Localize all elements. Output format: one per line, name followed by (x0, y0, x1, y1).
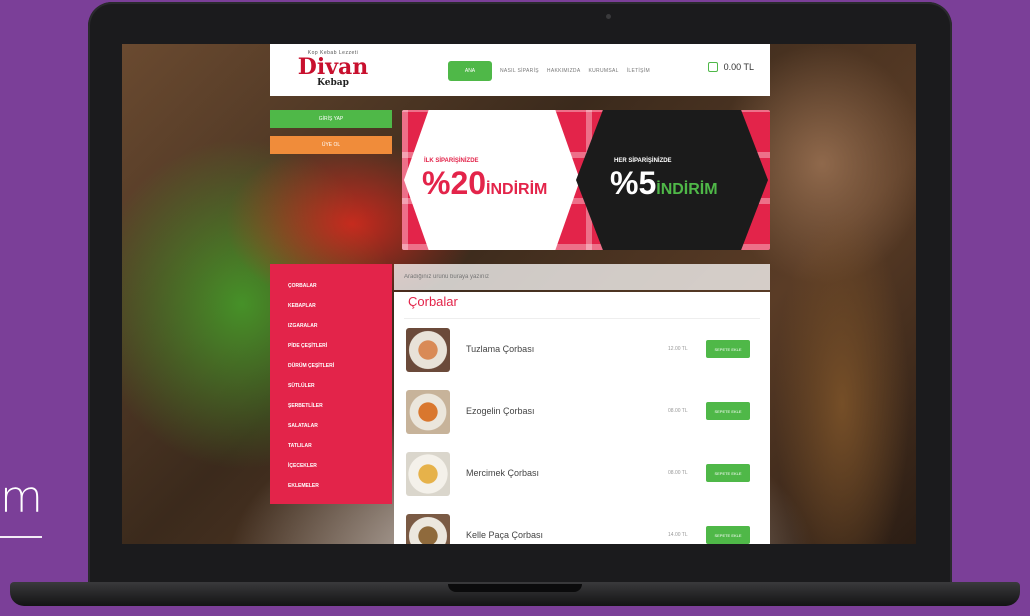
category-title: Çorbalar (408, 294, 458, 309)
title-divider (404, 318, 760, 319)
list-item: Tuzlama Çorbası 12.00 TL SEPETE EKLE (404, 328, 760, 380)
sidebar-item-salads[interactable]: SALATALAR (270, 416, 392, 436)
add-to-cart-button[interactable]: SEPETE EKLE (706, 464, 750, 482)
search-input[interactable] (394, 264, 770, 290)
login-button[interactable]: GİRİŞ YAP (270, 110, 392, 128)
product-price: 12.00 TL (668, 346, 688, 352)
every-order-percent: %5 (610, 165, 657, 201)
sidebar-item-syrup-desserts[interactable]: ŞERBETLİLER (270, 396, 392, 416)
sidebar-item-desserts[interactable]: TATLILAR (270, 436, 392, 456)
sidebar-item-soups[interactable]: ÇORBALAR (270, 276, 392, 296)
main-nav: ANA NASIL SİPARİŞ HAKKIMIZDA KURUMSAL İL… (448, 60, 650, 82)
nav-item-how-to-order[interactable]: NASIL SİPARİŞ (500, 68, 539, 74)
product-price: 08.00 TL (668, 470, 688, 476)
product-image[interactable] (406, 514, 450, 544)
camera-icon (606, 14, 611, 19)
product-list: Çorbalar Tuzlama Çorbası 12.00 TL SEPETE… (394, 292, 770, 544)
list-item: Kelle Paça Çorbası 14.00 TL SEPETE EKLE (404, 514, 760, 544)
product-price: 08.00 TL (668, 408, 688, 414)
laptop-screen: Kop Kebab Lezzeti Divan Kebap ANA NASIL … (122, 44, 916, 544)
backdrop-text: m (0, 472, 43, 523)
product-name[interactable]: Kelle Paça Çorbası (466, 530, 543, 540)
product-price: 14.00 TL (668, 532, 688, 538)
product-name[interactable]: Mercimek Çorbası (466, 468, 539, 478)
add-to-cart-button[interactable]: SEPETE EKLE (706, 402, 750, 420)
first-order-percent: %20 (422, 165, 487, 201)
backdrop-underline (0, 536, 42, 538)
sidebar-item-milk-desserts[interactable]: SÜTLÜLER (270, 376, 392, 396)
site-header: Kop Kebab Lezzeti Divan Kebap ANA NASIL … (270, 44, 770, 96)
product-name[interactable]: Tuzlama Çorbası (466, 344, 534, 354)
sidebar-item-pide[interactable]: PİDE ÇEŞİTLERİ (270, 336, 392, 356)
first-order-caption: İLK SİPARİŞİNİZDE (424, 158, 479, 164)
register-button[interactable]: ÜYE OL (270, 136, 392, 154)
every-order-word: İNDİRİM (656, 181, 718, 198)
promo-banner[interactable]: İLK SİPARİŞİNİZDE %20İNDİRİM HER SİPARİŞ… (402, 110, 770, 250)
sidebar-item-grills[interactable]: IZGARALAR (270, 316, 392, 336)
category-sidebar: ÇORBALAR KEBAPLAR IZGARALAR PİDE ÇEŞİTLE… (270, 264, 392, 504)
logo-name: Divan (297, 54, 369, 80)
list-item: Mercimek Çorbası 08.00 TL SEPETE EKLE (404, 452, 760, 504)
first-order-promo: İLK SİPARİŞİNİZDE %20İNDİRİM (404, 110, 580, 250)
nav-item-about[interactable]: HAKKIMIZDA (547, 68, 581, 74)
site-logo[interactable]: Kop Kebab Lezzeti Divan Kebap (288, 50, 378, 90)
every-order-caption: HER SİPARİŞİNİZDE (614, 158, 672, 164)
first-order-word: İNDİRİM (486, 181, 548, 198)
product-image[interactable] (406, 452, 450, 496)
cart[interactable]: 0.00 TL (707, 62, 754, 72)
sidebar-item-kebabs[interactable]: KEBAPLAR (270, 296, 392, 316)
sidebar-item-extras[interactable]: EKLEMELER (270, 476, 392, 496)
product-image[interactable] (406, 390, 450, 434)
every-order-promo: HER SİPARİŞİNİZDE %5İNDİRİM (576, 110, 768, 250)
cart-icon (707, 62, 718, 72)
search-bar (394, 264, 770, 290)
laptop-notch (448, 584, 582, 592)
add-to-cart-button[interactable]: SEPETE EKLE (706, 526, 750, 544)
nav-item-corporate[interactable]: KURUMSAL (588, 68, 618, 74)
nav-item-contact[interactable]: İLETİŞİM (627, 68, 650, 74)
add-to-cart-button[interactable]: SEPETE EKLE (706, 340, 750, 358)
product-name[interactable]: Ezogelin Çorbası (466, 406, 535, 416)
sidebar-item-durum[interactable]: DÜRÜM ÇEŞİTLERİ (270, 356, 392, 376)
cart-total: 0.00 TL (723, 62, 754, 72)
product-image[interactable] (406, 328, 450, 372)
sidebar-item-drinks[interactable]: İÇECEKLER (270, 456, 392, 476)
list-item: Ezogelin Çorbası 08.00 TL SEPETE EKLE (404, 390, 760, 442)
nav-item-home[interactable]: ANA (448, 61, 492, 81)
